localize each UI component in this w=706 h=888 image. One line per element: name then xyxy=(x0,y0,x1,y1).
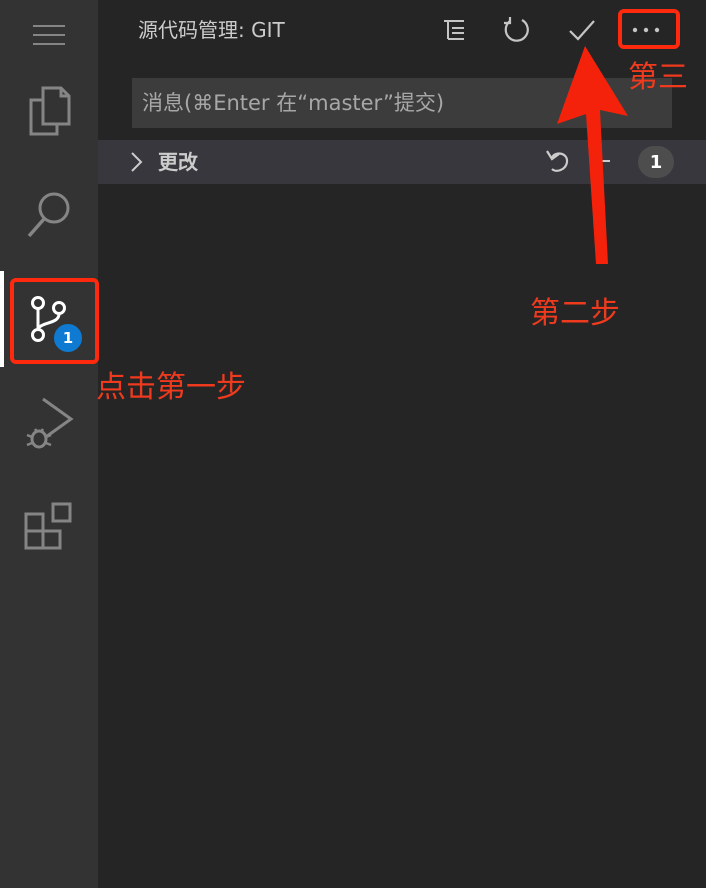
explorer-files-icon[interactable] xyxy=(0,76,98,146)
refresh-button[interactable] xyxy=(497,12,537,48)
changes-label: 更改 xyxy=(158,150,198,174)
changes-count-badge: 1 xyxy=(638,146,674,178)
view-as-tree-button[interactable] xyxy=(434,12,474,48)
step1-highlight-box xyxy=(10,278,99,364)
annotation-step2: 第二步 xyxy=(530,296,620,331)
commit-button[interactable] xyxy=(562,12,602,48)
step3-highlight-box xyxy=(618,9,680,49)
menu-icon[interactable] xyxy=(0,0,98,70)
run-debug-icon[interactable] xyxy=(0,388,98,458)
search-icon[interactable] xyxy=(0,180,98,250)
extensions-icon[interactable] xyxy=(0,492,98,562)
panel-title: 源代码管理: GIT xyxy=(138,18,285,42)
commit-message-input[interactable] xyxy=(132,78,672,128)
annotation-step3: 第三 xyxy=(628,60,688,95)
chevron-right-icon[interactable] xyxy=(128,150,146,174)
unstage-all-icon[interactable] xyxy=(596,160,610,162)
discard-changes-icon[interactable] xyxy=(544,146,572,176)
step2-arrow-icon xyxy=(557,46,628,264)
activity-bar: 1 xyxy=(0,0,98,888)
refresh-icon xyxy=(504,17,529,42)
view-as-tree-icon xyxy=(444,20,464,40)
commit-check-icon xyxy=(569,20,595,41)
annotation-step1: 点击第一步 xyxy=(96,370,246,405)
